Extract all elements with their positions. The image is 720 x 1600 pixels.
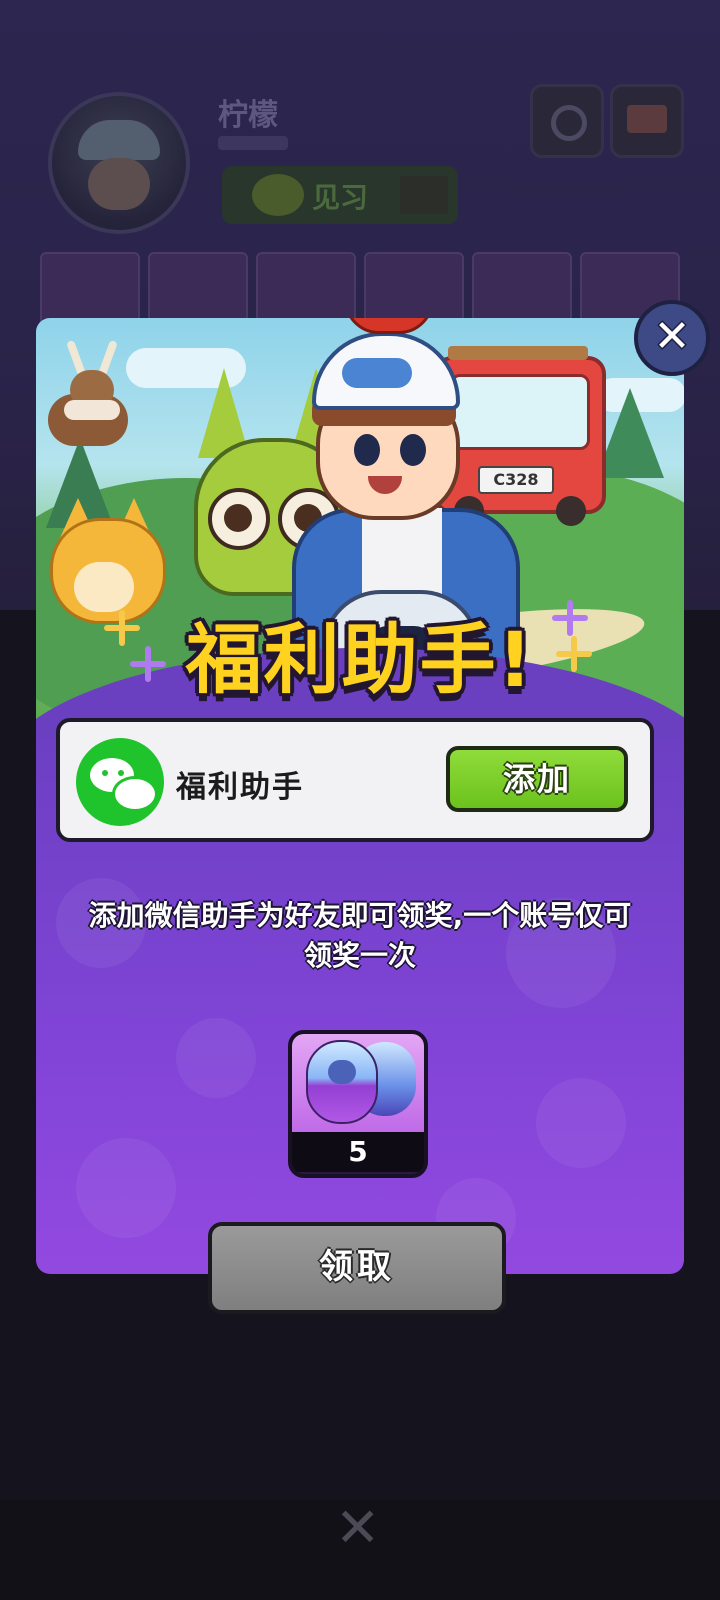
background-card-row xyxy=(40,252,680,326)
bottom-close-icon: ✕ xyxy=(335,1496,381,1559)
wechat-bubble xyxy=(112,776,158,812)
close-popup-button[interactable]: ✕ xyxy=(634,300,710,376)
claim-button[interactable]: 领取 xyxy=(208,1222,506,1314)
rank-emblem-icon xyxy=(252,174,304,216)
tree xyxy=(596,388,664,478)
player-avatar xyxy=(48,92,190,234)
player-id-bar xyxy=(218,136,288,150)
mail-icon xyxy=(610,84,684,158)
bg-pattern xyxy=(76,1138,176,1238)
welfare-popup: C328 福利助手! 福利助手 添加 添加微信助手为好友即可领奖,一个账号仅可领… xyxy=(36,318,684,1274)
background-card xyxy=(148,252,248,326)
background-card xyxy=(472,252,572,326)
avatar-face xyxy=(88,158,150,210)
red-bird-character xyxy=(326,318,446,344)
deer-character xyxy=(42,339,132,460)
capsule-ball-icon xyxy=(306,1040,378,1124)
background-card xyxy=(364,252,464,326)
reward-item: 5 xyxy=(288,1030,428,1178)
rank-label: 见习 xyxy=(312,181,369,214)
rank-tail xyxy=(400,176,448,214)
add-friend-button[interactable]: 添加 xyxy=(446,746,628,812)
boy-cap-logo xyxy=(342,358,412,388)
avatar-cap xyxy=(78,120,160,160)
gear-icon xyxy=(530,84,604,158)
wechat-dot xyxy=(118,770,124,776)
bg-pattern xyxy=(176,1018,256,1098)
cat-eye xyxy=(208,488,270,550)
player-name: 柠檬 xyxy=(218,98,278,133)
reward-description: 添加微信助手为好友即可领奖,一个账号仅可领奖一次 xyxy=(88,899,632,972)
popup-title: 福利助手! xyxy=(185,615,535,704)
contact-name: 福利助手 xyxy=(176,770,304,805)
wechat-icon xyxy=(76,738,164,826)
reward-count: 5 xyxy=(292,1132,424,1172)
boy-eye xyxy=(400,434,426,466)
deer-scarf xyxy=(64,400,120,420)
boy-eye xyxy=(354,434,380,466)
background-card xyxy=(256,252,356,326)
background-card xyxy=(40,252,140,326)
wechat-dot xyxy=(102,770,108,776)
bird-body xyxy=(344,318,434,334)
wechat-contact-card: 福利助手 添加 xyxy=(56,718,654,842)
rank-badge: 见习 xyxy=(222,166,458,224)
bg-pattern xyxy=(536,1078,626,1168)
